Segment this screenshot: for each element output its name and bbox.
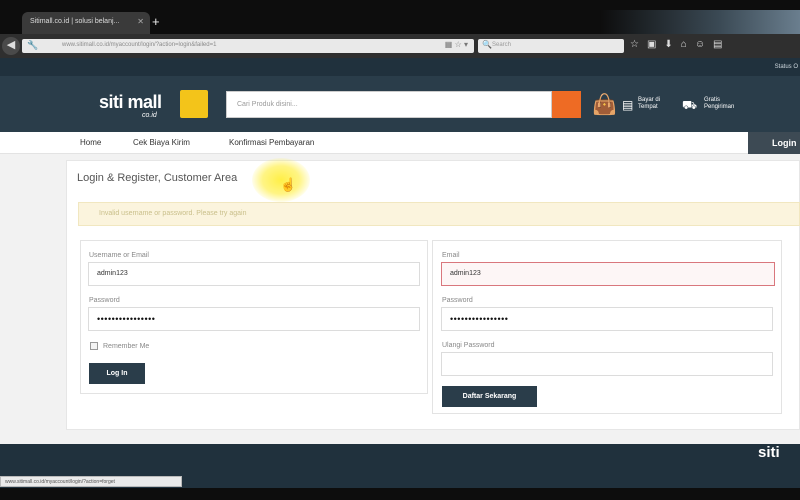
wrench-icon: 🔧 [27, 40, 39, 50]
register-now-button[interactable]: Daftar Sekarang [442, 386, 537, 407]
repeat-password-input[interactable] [441, 352, 773, 376]
menu-item-payment-confirmation[interactable]: Konfirmasi Pembayaran [229, 138, 314, 147]
register-password-label: Password [442, 297, 473, 304]
main-menu: Home Cek Biaya Kirim Konfirmasi Pembayar… [0, 132, 800, 154]
site-logo-domain: co.id [142, 112, 157, 119]
feature-cod: Bayar di Tempat [638, 97, 661, 110]
product-search-input[interactable]: Cari Produk disini... [226, 91, 552, 118]
repeat-password-label: Ulangi Password [442, 342, 495, 349]
page-title: Login & Register, Customer Area [77, 172, 238, 184]
delivery-truck-icon: ⛟ [682, 98, 698, 112]
site-top-strip: Status O [0, 58, 800, 76]
address-bar[interactable]: 🔧 www.sitimall.co.id/myaccount/login/?ac… [22, 39, 474, 53]
menu-login-button[interactable]: Login [748, 132, 800, 154]
browser-toolbar-icons[interactable]: ☆▣⬇⌂☺▤ [630, 39, 731, 50]
remember-me-checkbox[interactable] [90, 342, 98, 350]
site-header: siti mall co.id Cari Produk disini... 👜 … [0, 76, 800, 132]
register-password-input[interactable]: •••••••••••••••• [441, 307, 773, 331]
product-search-button[interactable] [552, 91, 581, 118]
status-link[interactable]: Status O [775, 64, 798, 70]
tab-title: Sitimall.co.id | solusi belanj... [30, 18, 120, 25]
back-button[interactable]: ◀ [2, 37, 20, 55]
shopping-bag-icon[interactable]: 👜 [592, 92, 617, 117]
taskbar [0, 488, 800, 500]
browser-search-input[interactable]: 🔍 Search [478, 39, 624, 53]
footer-logo: siti [758, 444, 780, 461]
logo-bag-icon [180, 90, 208, 118]
register-email-input[interactable]: admin123 [441, 262, 775, 286]
cash-on-delivery-icon: ▤ [622, 98, 634, 112]
browser-search-placeholder: Search [492, 42, 512, 48]
url-text: www.sitimall.co.id/myaccount/login/?acti… [62, 42, 217, 48]
error-alert: Invalid username or password. Please try… [78, 202, 800, 226]
register-email-label: Email [442, 252, 460, 259]
browser-toolbar: ◀ 🔧 www.sitimall.co.id/myaccount/login/?… [0, 34, 800, 58]
browser-tab-bar: Sitimall.co.id | solusi belanj... ✕ + [0, 0, 800, 34]
site-logo[interactable]: siti mall [99, 92, 162, 113]
remember-me-label: Remember Me [103, 343, 150, 350]
log-in-button[interactable]: Log In [89, 363, 145, 384]
login-password-input[interactable]: •••••••••••••••• [88, 307, 420, 331]
login-password-label: Password [89, 297, 120, 304]
menu-item-shipping-cost[interactable]: Cek Biaya Kirim [133, 138, 190, 147]
browser-status-url: www.sitimall.co.id/myaccount/login/?acti… [0, 476, 182, 487]
username-input[interactable]: admin123 [88, 262, 420, 286]
menu-item-home[interactable]: Home [80, 138, 101, 147]
browser-tab[interactable]: Sitimall.co.id | solusi belanj... ✕ [22, 12, 150, 34]
hand-cursor-icon: ☝ [280, 177, 297, 192]
address-bar-icons[interactable]: ▦ ☆ ▾ [445, 40, 468, 49]
new-tab-button[interactable]: + [152, 14, 160, 29]
feature-free-shipping: Gratis Pengiriman [704, 97, 735, 110]
tab-bar-background [600, 10, 800, 34]
search-icon: 🔍 [482, 40, 492, 49]
close-icon[interactable]: ✕ [137, 17, 144, 26]
username-label: Username or Email [89, 252, 149, 259]
